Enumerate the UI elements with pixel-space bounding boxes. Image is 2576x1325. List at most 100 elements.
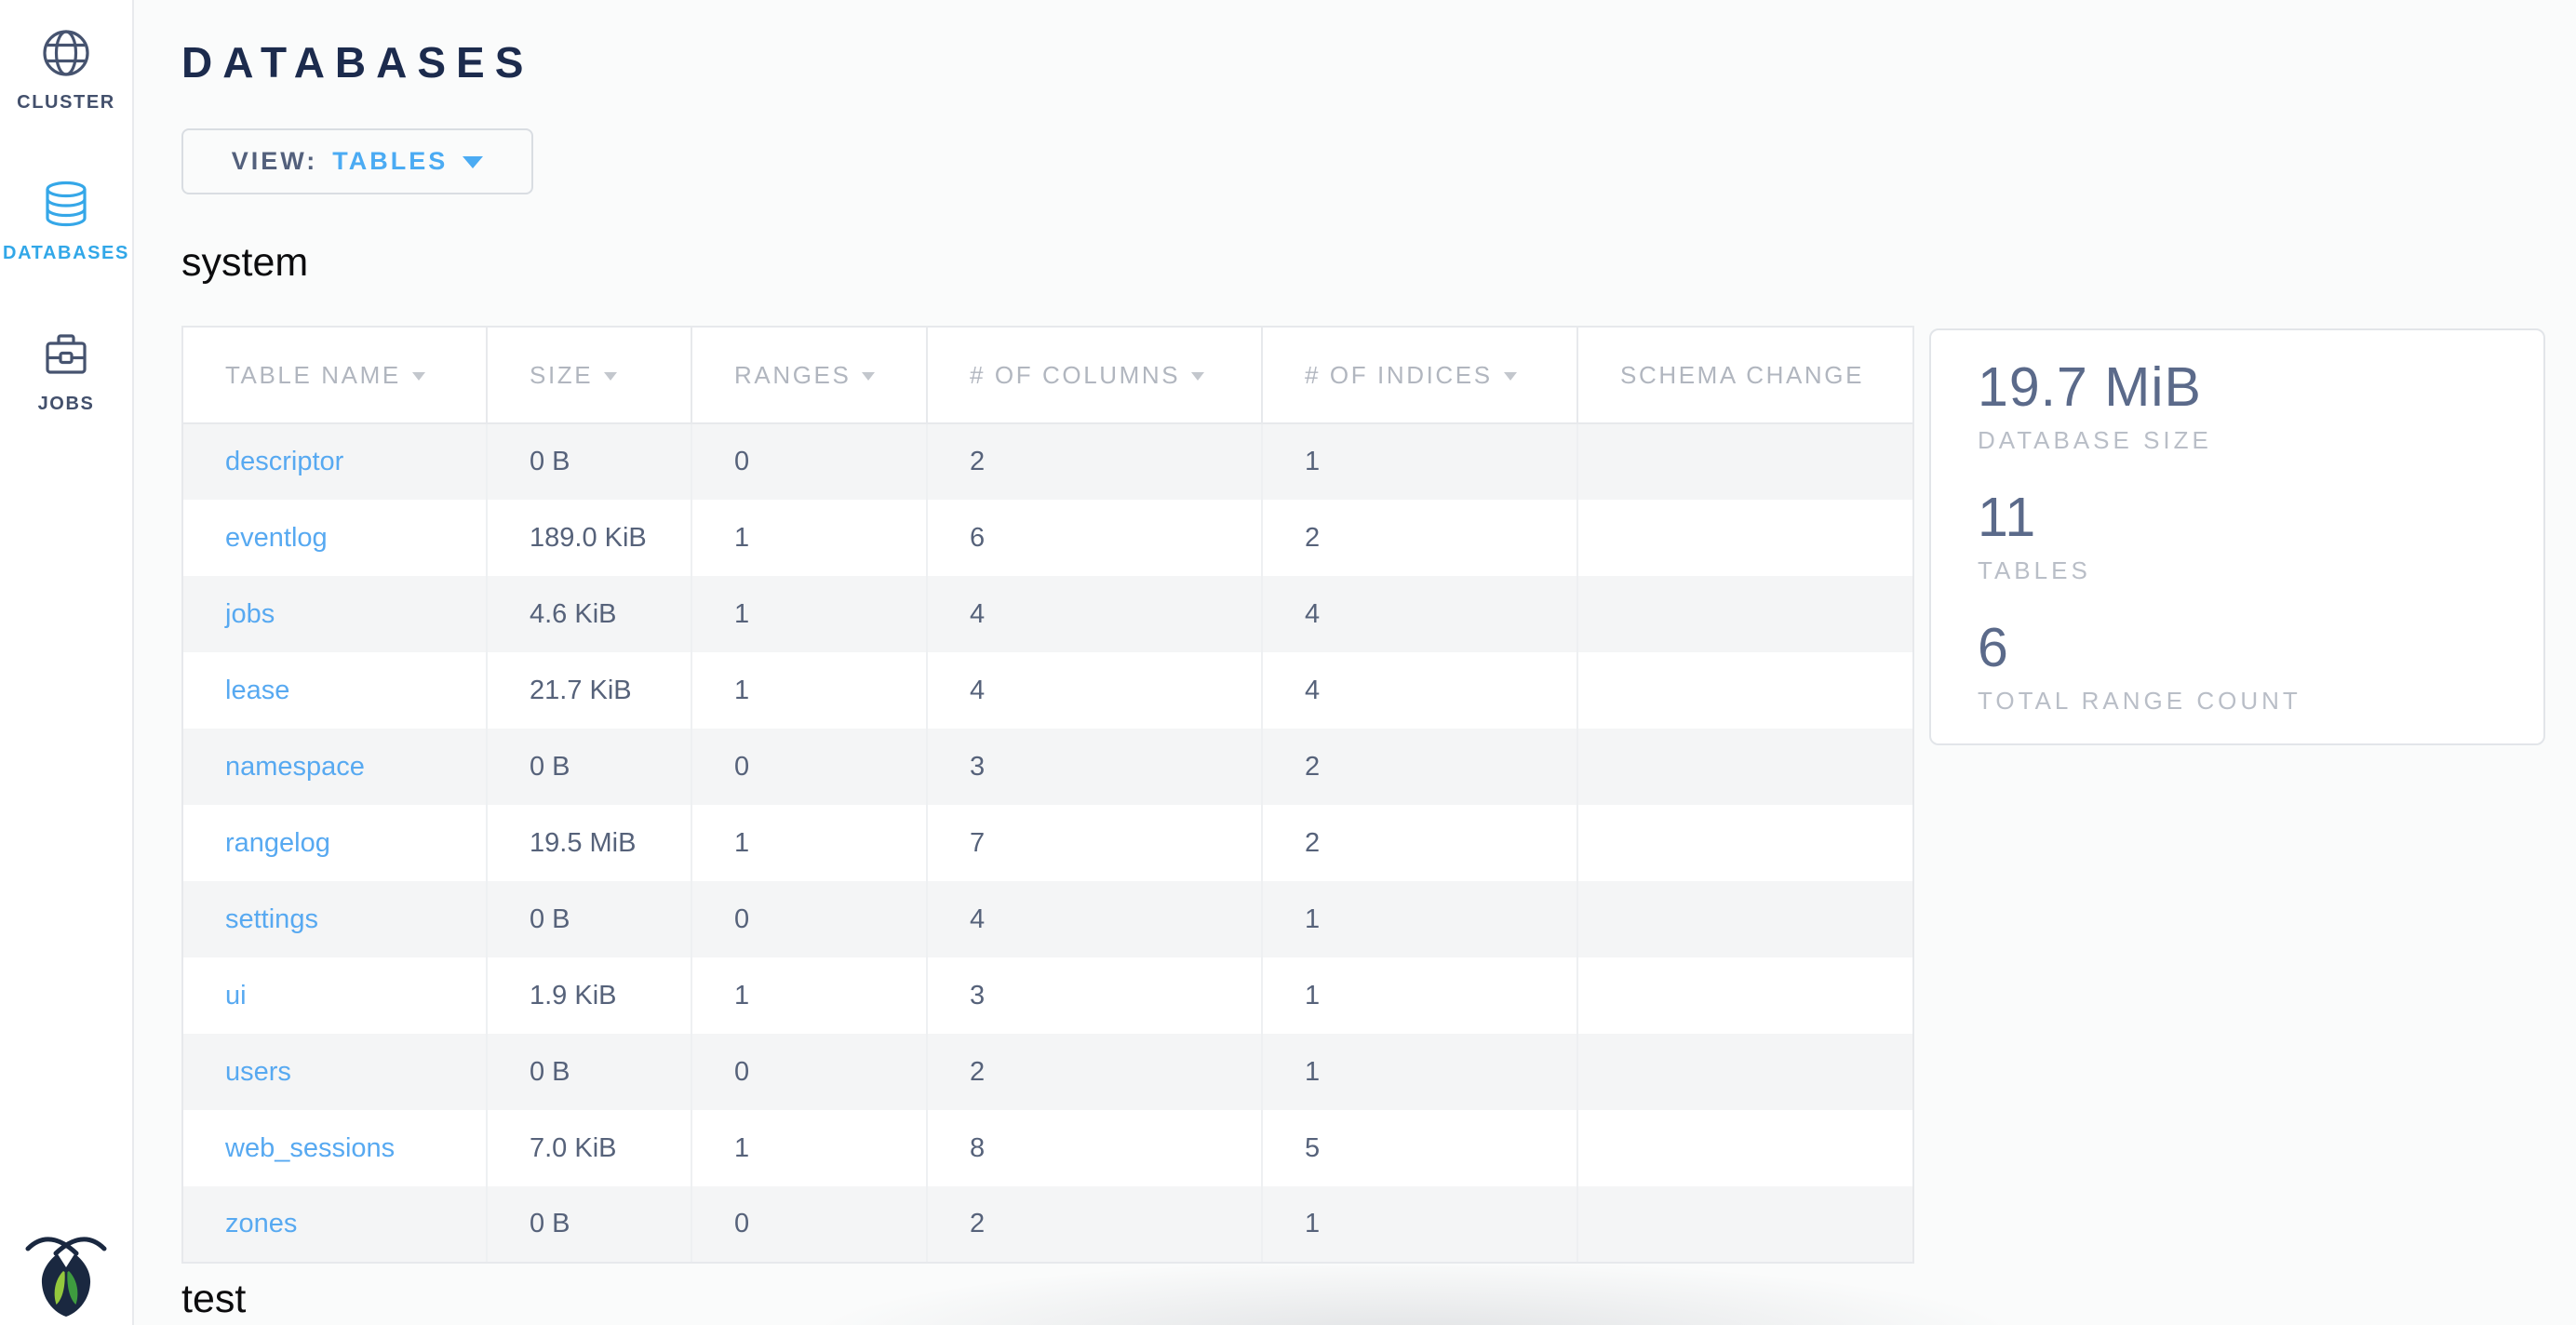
view-selector-dropdown[interactable]: VIEW: TABLES <box>181 128 533 194</box>
table-name-link[interactable]: descriptor <box>225 447 343 476</box>
sidebar-item-label: DATABASES <box>3 243 129 264</box>
cell-schema_change <box>1577 652 1913 729</box>
cell-ranges: 1 <box>691 652 927 729</box>
table-name-link[interactable]: ui <box>225 981 247 1010</box>
databases-icon <box>41 179 91 229</box>
cell-schema_change <box>1577 1034 1913 1110</box>
cell-size: 0 B <box>487 881 691 957</box>
system-table-header-row: TABLE NAME SIZE RANGES # OF COLUMNS # OF IND… <box>182 327 1913 423</box>
cell-indices: 1 <box>1262 423 1577 500</box>
cell-ranges: 1 <box>691 576 927 652</box>
cell-name: web_sessions <box>182 1110 487 1186</box>
cell-schema_change <box>1577 881 1913 957</box>
cell-indices: 2 <box>1262 805 1577 881</box>
table-name-link[interactable]: settings <box>225 904 318 934</box>
sidebar-item-label: JOBS <box>38 394 95 415</box>
sort-caret-icon <box>1191 372 1204 381</box>
sort-caret-icon <box>862 372 875 381</box>
cell-schema_change <box>1577 500 1913 576</box>
cell-columns: 3 <box>927 729 1262 805</box>
cell-indices: 1 <box>1262 957 1577 1034</box>
table-row: rangelog 19.5 MiB172 <box>182 805 1913 881</box>
stat-value: 6 <box>1978 617 2525 680</box>
cell-ranges: 0 <box>691 1186 927 1263</box>
sort-caret-icon <box>412 372 425 381</box>
cell-schema_change <box>1577 957 1913 1034</box>
cell-ranges: 1 <box>691 1110 927 1186</box>
column-header-label: # OF COLUMNS <box>970 361 1180 389</box>
table-name-link[interactable]: users <box>225 1057 291 1087</box>
cell-schema_change <box>1577 576 1913 652</box>
tables-count-stat: 11 TABLES <box>1978 487 2525 585</box>
sidebar-item-databases[interactable]: DATABASES <box>3 179 129 264</box>
chevron-down-icon <box>463 156 483 168</box>
cell-size: 0 B <box>487 423 691 500</box>
table-row: zones0 B021 <box>182 1186 1913 1263</box>
range-count-stat: 6 TOTAL RANGE COUNT <box>1978 617 2525 716</box>
stat-label: TABLES <box>1978 556 2525 585</box>
table-name-link[interactable]: zones <box>225 1209 297 1238</box>
cell-columns: 3 <box>927 957 1262 1034</box>
cell-indices: 1 <box>1262 1186 1577 1263</box>
column-header--of-indices[interactable]: # OF INDICES <box>1262 327 1577 423</box>
column-header-schema-change: SCHEMA CHANGE <box>1577 327 1913 423</box>
table-row: lease21.7 KiB144 <box>182 652 1913 729</box>
databases-page: CLUSTER DATABASES JOBS <box>0 0 2576 1325</box>
column-header-size[interactable]: SIZE <box>487 327 691 423</box>
system-table-body: descriptor0 B021eventlog189.0 KiB162jobs… <box>182 423 1913 1263</box>
cell-name: ui <box>182 957 487 1034</box>
cell-ranges: 1 <box>691 805 927 881</box>
cell-schema_change <box>1577 805 1913 881</box>
page-title: DATABASES <box>181 39 2576 87</box>
cell-columns: 2 <box>927 1034 1262 1110</box>
sidebar-item-jobs[interactable]: JOBS <box>38 329 95 415</box>
cell-ranges: 0 <box>691 881 927 957</box>
column-header-label: RANGES <box>734 361 851 389</box>
cell-indices: 4 <box>1262 576 1577 652</box>
globe-icon <box>41 28 91 78</box>
cell-size: 4.6 KiB <box>487 576 691 652</box>
cell-size: 7.0 KiB <box>487 1110 691 1186</box>
cell-indices: 1 <box>1262 881 1577 957</box>
cell-columns: 7 <box>927 805 1262 881</box>
cell-indices: 2 <box>1262 500 1577 576</box>
column-header-table-name[interactable]: TABLE NAME <box>182 327 487 423</box>
cell-indices: 5 <box>1262 1110 1577 1186</box>
column-header-ranges[interactable]: RANGES <box>691 327 927 423</box>
cell-columns: 2 <box>927 423 1262 500</box>
database-section-title-test: test <box>181 1277 2576 1322</box>
sidebar-item-cluster[interactable]: CLUSTER <box>17 28 115 114</box>
stat-label: DATABASE SIZE <box>1978 426 2525 455</box>
cell-size: 0 B <box>487 1034 691 1110</box>
cell-size: 1.9 KiB <box>487 957 691 1034</box>
cell-name: users <box>182 1034 487 1110</box>
column-header-label: SCHEMA CHANGE <box>1620 361 1864 389</box>
cell-schema_change <box>1577 729 1913 805</box>
cell-size: 21.7 KiB <box>487 652 691 729</box>
cell-name: namespace <box>182 729 487 805</box>
table-name-link[interactable]: namespace <box>225 752 365 782</box>
table-name-link[interactable]: jobs <box>225 599 275 629</box>
column-header-label: SIZE <box>530 361 593 389</box>
cell-name: settings <box>182 881 487 957</box>
table-name-link[interactable]: rangelog <box>225 828 330 858</box>
cell-name: lease <box>182 652 487 729</box>
cell-size: 19.5 MiB <box>487 805 691 881</box>
sidebar-item-label: CLUSTER <box>17 92 115 114</box>
cell-name: jobs <box>182 576 487 652</box>
cell-indices: 1 <box>1262 1034 1577 1110</box>
table-name-link[interactable]: eventlog <box>225 523 328 553</box>
table-name-link[interactable]: lease <box>225 676 289 705</box>
cell-columns: 4 <box>927 652 1262 729</box>
column-header--of-columns[interactable]: # OF COLUMNS <box>927 327 1262 423</box>
cell-schema_change <box>1577 423 1913 500</box>
main-content: DATABASES VIEW: TABLES system TABLE NAME… <box>136 0 2576 1325</box>
table-name-link[interactable]: web_sessions <box>225 1133 395 1163</box>
cell-ranges: 1 <box>691 957 927 1034</box>
database-summary-card: 19.7 MiB DATABASE SIZE 11 TABLES 6 TOTAL… <box>1929 328 2545 745</box>
cell-name: rangelog <box>182 805 487 881</box>
briefcase-icon <box>41 329 91 380</box>
stat-value: 19.7 MiB <box>1978 356 2525 420</box>
table-row: jobs4.6 KiB144 <box>182 576 1913 652</box>
table-row: users0 B021 <box>182 1034 1913 1110</box>
